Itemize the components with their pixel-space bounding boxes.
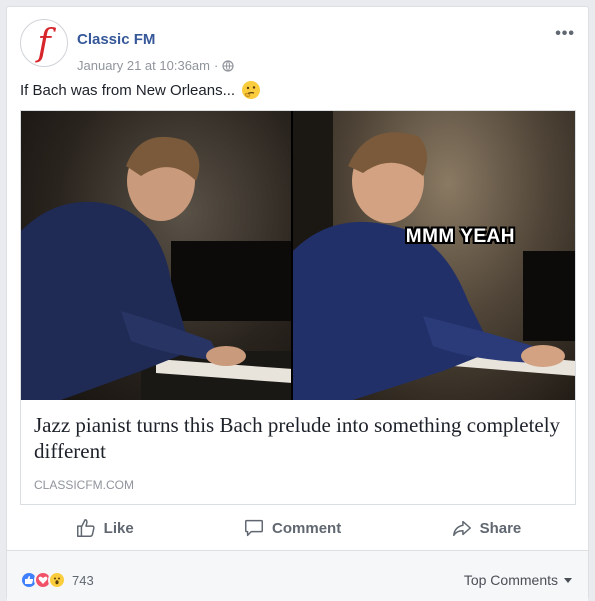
caption-text: If Bach was from New Orleans... — [20, 81, 236, 99]
pianist-illustration-left — [21, 136, 292, 400]
sort-label: Top Comments — [463, 572, 558, 588]
pianist-illustration-right — [293, 111, 575, 400]
comment-label: Comment — [272, 519, 342, 537]
public-globe-icon — [222, 59, 234, 72]
pianist-image-right: MMM YEAH — [293, 111, 575, 400]
share-label: Share — [479, 519, 522, 537]
thumbs-up-icon — [76, 519, 95, 537]
post-caption: If Bach was from New Orleans... — [20, 80, 261, 100]
reactions-summary[interactable]: 743 — [20, 571, 94, 589]
page-name-link[interactable]: Classic FM — [77, 31, 155, 48]
share-arrow-icon — [452, 520, 471, 537]
speech-bubble-icon — [245, 519, 264, 537]
like-label: Like — [103, 519, 134, 537]
link-preview-image[interactable]: MMM YEAH — [21, 111, 575, 400]
comment-button[interactable]: Comment — [243, 517, 341, 539]
timestamp-link[interactable]: January 21 at 10:36am — [77, 58, 210, 73]
meme-caption: MMM YEAH — [405, 226, 515, 247]
post-actions-bar: Like Comment Share — [20, 512, 576, 544]
link-info: Jazz pianist turns this Bach prelude int… — [21, 400, 575, 492]
classic-fm-logo-avatar[interactable]: f — [20, 19, 68, 67]
post-meta: January 21 at 10:36am · — [77, 58, 234, 73]
post-card: f Classic FM January 21 at 10:36am · •••… — [6, 6, 589, 601]
link-title[interactable]: Jazz pianist turns this Bach prelude int… — [34, 412, 562, 464]
wow-reaction-icon — [48, 571, 66, 589]
link-domain: CLASSICFM.COM — [34, 478, 135, 492]
top-comments-dropdown[interactable]: Top Comments — [464, 572, 572, 588]
post-header: f Classic FM January 21 at 10:36am · ••• — [20, 19, 575, 73]
share-button[interactable]: Share — [451, 517, 522, 539]
meta-separator: · — [213, 58, 219, 73]
shared-link-card[interactable]: MMM YEAH Jazz pianist turns this Bach pr… — [20, 110, 576, 505]
thinking-face-emoji-icon — [242, 81, 261, 99]
chevron-down-icon — [564, 577, 572, 583]
pianist-image-left — [21, 111, 292, 400]
post-footer: 743 Top Comments — [7, 550, 588, 601]
more-options-icon[interactable]: ••• — [555, 25, 575, 43]
like-button[interactable]: Like — [75, 517, 134, 539]
reaction-count: 743 — [72, 572, 94, 588]
